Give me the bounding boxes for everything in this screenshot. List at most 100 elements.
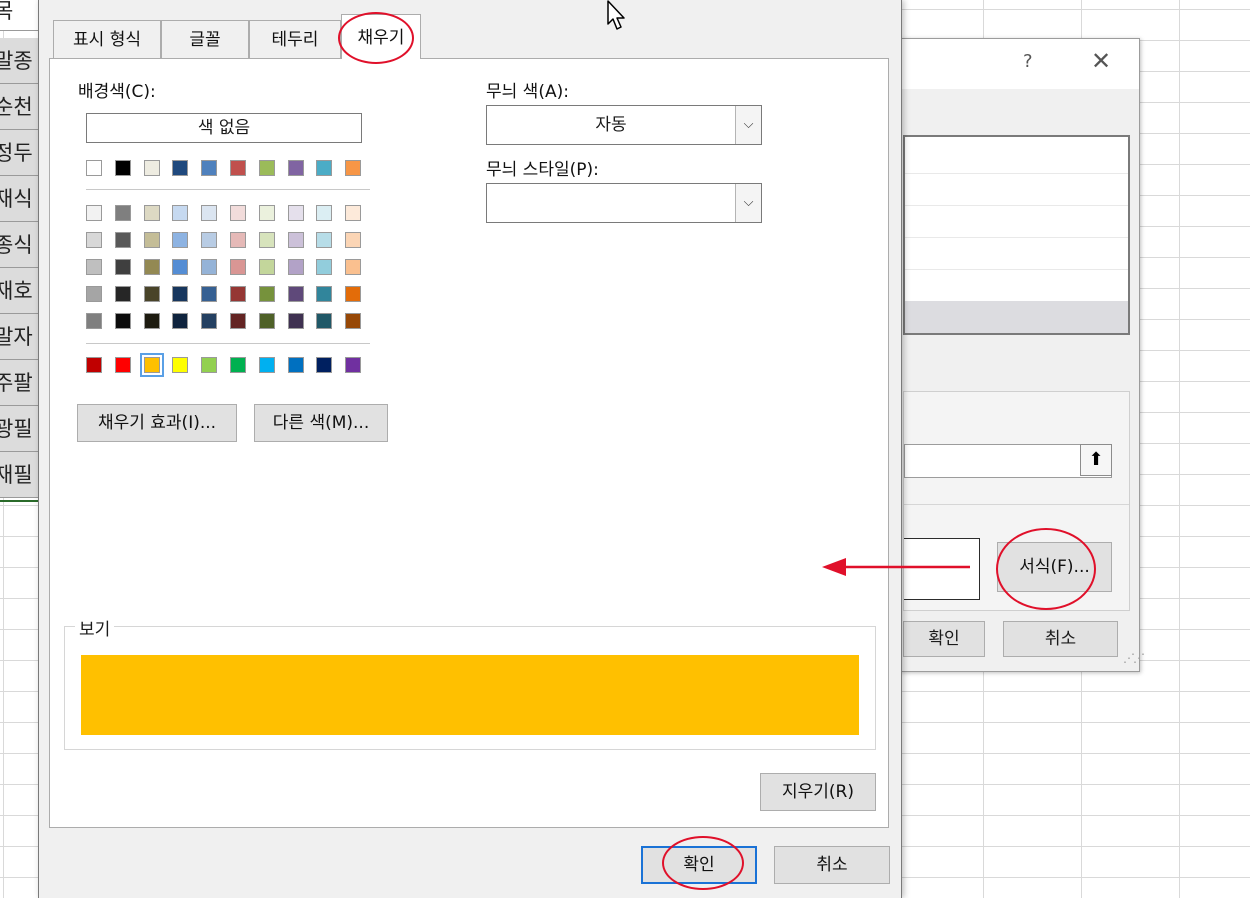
color-swatch[interactable] xyxy=(114,259,131,275)
color-swatch[interactable] xyxy=(316,357,333,373)
row-cell[interactable]: 광필 xyxy=(0,406,40,452)
color-swatch[interactable] xyxy=(287,232,304,248)
color-swatch[interactable] xyxy=(258,259,275,275)
tab-border[interactable]: 테두리 xyxy=(249,20,341,58)
color-swatch[interactable] xyxy=(230,286,246,302)
row-cell[interactable]: 재호 xyxy=(0,268,40,314)
row-cell[interactable]: 말자 xyxy=(0,314,40,360)
color-swatch[interactable] xyxy=(172,160,189,176)
color-swatch[interactable] xyxy=(316,259,333,275)
color-swatch[interactable] xyxy=(201,205,218,221)
row-cell[interactable]: 말종 xyxy=(0,38,40,84)
color-swatch[interactable] xyxy=(230,313,246,329)
color-swatch[interactable] xyxy=(86,232,102,248)
color-swatch[interactable] xyxy=(86,160,102,176)
color-swatch[interactable] xyxy=(258,205,275,221)
list-item-selected[interactable] xyxy=(905,301,1128,333)
color-swatch[interactable] xyxy=(114,232,131,248)
row-cell[interactable]: 주팔 xyxy=(0,360,40,406)
row-cell[interactable]: 재필 xyxy=(0,452,40,498)
color-swatch[interactable] xyxy=(143,259,160,275)
row-cell[interactable]: 목 xyxy=(0,0,40,31)
color-swatch[interactable] xyxy=(114,313,131,329)
color-swatch[interactable] xyxy=(287,160,304,176)
color-swatch[interactable] xyxy=(86,286,102,302)
color-swatch[interactable] xyxy=(201,232,218,248)
resize-grip-icon[interactable]: ⋰⋰ xyxy=(1123,651,1145,665)
color-swatch[interactable] xyxy=(316,232,333,248)
color-swatch[interactable] xyxy=(345,232,362,248)
color-swatch[interactable] xyxy=(114,357,131,373)
color-swatch[interactable] xyxy=(345,357,362,373)
chevron-down-icon[interactable]: ⌵ xyxy=(735,106,761,144)
collapse-dialog-icon[interactable]: ⬆ xyxy=(1080,444,1112,476)
color-swatch[interactable] xyxy=(230,205,246,221)
color-swatch[interactable] xyxy=(345,160,362,176)
color-swatch[interactable] xyxy=(143,160,160,176)
color-swatch[interactable] xyxy=(316,205,333,221)
tab-fill[interactable]: 채우기 xyxy=(341,14,421,59)
close-icon[interactable]: ✕ xyxy=(1091,47,1111,75)
color-swatch[interactable] xyxy=(230,160,246,176)
format-button[interactable]: 서식(F)... xyxy=(997,542,1112,592)
tab-number-format[interactable]: 표시 형식 xyxy=(53,20,161,58)
color-swatch[interactable] xyxy=(86,205,102,221)
color-swatch[interactable] xyxy=(230,232,246,248)
color-swatch[interactable] xyxy=(345,205,362,221)
more-colors-button[interactable]: 다른 색(M)... xyxy=(254,404,388,442)
color-swatch-selected[interactable] xyxy=(139,353,164,377)
ok-button[interactable]: 확인 xyxy=(903,621,985,657)
color-swatch[interactable] xyxy=(316,313,333,329)
color-swatch[interactable] xyxy=(230,259,246,275)
row-cell[interactable]: 재식 xyxy=(0,176,40,222)
color-swatch[interactable] xyxy=(201,313,218,329)
color-swatch[interactable] xyxy=(143,286,160,302)
clear-button[interactable]: 지우기(R) xyxy=(760,773,876,811)
color-swatch[interactable] xyxy=(143,313,160,329)
pattern-color-dropdown[interactable]: 자동 ⌵ xyxy=(486,105,762,145)
cancel-button[interactable]: 취소 xyxy=(774,846,890,884)
color-swatch[interactable] xyxy=(258,160,275,176)
pattern-style-dropdown[interactable]: ⌵ xyxy=(486,183,762,223)
color-swatch[interactable] xyxy=(172,357,189,373)
chevron-down-icon[interactable]: ⌵ xyxy=(735,184,761,222)
color-swatch[interactable] xyxy=(172,232,189,248)
color-swatch[interactable] xyxy=(114,205,131,221)
color-swatch[interactable] xyxy=(345,313,362,329)
color-swatch[interactable] xyxy=(172,286,189,302)
color-swatch[interactable] xyxy=(172,205,189,221)
no-color-button[interactable]: 색 없음 xyxy=(86,113,362,143)
color-swatch[interactable] xyxy=(316,160,333,176)
color-swatch[interactable] xyxy=(172,313,189,329)
color-swatch[interactable] xyxy=(172,259,189,275)
color-swatch[interactable] xyxy=(201,259,218,275)
ok-button[interactable]: 확인 xyxy=(641,846,757,884)
color-swatch[interactable] xyxy=(201,357,218,373)
color-swatch[interactable] xyxy=(316,286,333,302)
color-swatch[interactable] xyxy=(345,259,362,275)
color-swatch[interactable] xyxy=(143,205,160,221)
color-swatch[interactable] xyxy=(287,286,304,302)
color-swatch[interactable] xyxy=(258,357,275,373)
color-swatch[interactable] xyxy=(258,313,275,329)
color-swatch[interactable] xyxy=(86,259,102,275)
tab-font[interactable]: 글꼴 xyxy=(161,20,249,58)
rule-type-list[interactable] xyxy=(903,135,1130,335)
color-swatch[interactable] xyxy=(345,286,362,302)
row-cell[interactable]: 종식 xyxy=(0,222,40,268)
cancel-button[interactable]: 취소 xyxy=(1003,621,1118,657)
help-icon[interactable]: ? xyxy=(1023,51,1033,72)
color-swatch[interactable] xyxy=(143,232,160,248)
row-cell[interactable]: 순천 xyxy=(0,84,40,130)
color-swatch[interactable] xyxy=(114,286,131,302)
color-swatch[interactable] xyxy=(114,160,131,176)
row-cell[interactable]: 정두 xyxy=(0,130,40,176)
color-swatch[interactable] xyxy=(287,357,304,373)
color-swatch[interactable] xyxy=(230,357,246,373)
color-swatch[interactable] xyxy=(287,313,304,329)
color-swatch[interactable] xyxy=(201,160,218,176)
fill-effects-button[interactable]: 채우기 효과(I)... xyxy=(77,404,237,442)
color-swatch[interactable] xyxy=(287,205,304,221)
color-swatch[interactable] xyxy=(258,232,275,248)
color-swatch[interactable] xyxy=(201,286,218,302)
